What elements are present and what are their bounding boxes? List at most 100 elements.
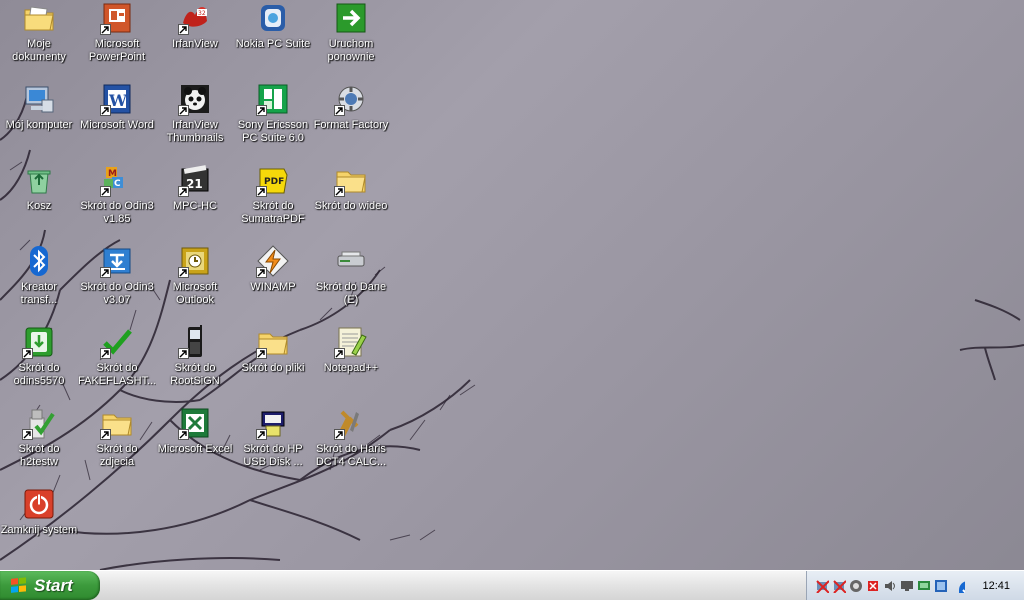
network-disconnected-icon[interactable] xyxy=(832,579,846,593)
desktop-shortcut-label: IrfanView xyxy=(172,38,218,50)
desktop-shortcut[interactable]: Kreator transf... xyxy=(0,243,78,321)
phone-icon xyxy=(178,325,212,359)
desktop-shortcut-label: Skrót do SumatraPDF xyxy=(241,200,305,225)
desktop-shortcut-label: Skrót do Odin3 v3.07 xyxy=(80,281,154,306)
desktop-shortcut-label: Kreator transf... xyxy=(20,281,58,306)
odin3-icon: MC xyxy=(100,163,134,197)
desktop-shortcut-label: Moje dokumenty xyxy=(12,38,66,63)
network-disconnected-icon[interactable] xyxy=(815,579,829,593)
shortcut-arrow-icon xyxy=(178,105,189,116)
desktop-shortcut[interactable]: Skrót do HP USB Disk ... xyxy=(234,405,312,483)
system-tray: 12:41 xyxy=(806,571,1024,600)
desktop-shortcut-label: Nokia PC Suite xyxy=(235,38,311,50)
desktop-shortcut[interactable]: WINAMP xyxy=(234,243,312,321)
folder-icon xyxy=(256,325,290,359)
desktop-shortcut[interactable]: Uruchom ponownie xyxy=(312,0,390,78)
desktop-shortcut[interactable]: Nokia PC Suite xyxy=(234,0,312,78)
desktop-shortcut-label: Skrót do RootSiGN xyxy=(170,362,220,387)
desktop-shortcut-label: Skrót do h2testw xyxy=(18,443,60,468)
desktop-shortcut-label: Skrót do Dane (E) xyxy=(315,281,387,306)
start-button[interactable]: Start xyxy=(0,571,100,600)
desktop-shortcut[interactable]: Skrót do Odin3 v3.07 xyxy=(78,243,156,321)
shortcut-arrow-icon xyxy=(100,105,111,116)
shortcut-arrow-icon xyxy=(334,186,345,197)
excel-icon xyxy=(178,406,212,440)
haris-calc-icon xyxy=(334,406,368,440)
desktop-shortcut[interactable]: Sony Ericsson PC Suite 6.0 xyxy=(234,81,312,159)
network-icon[interactable] xyxy=(934,579,948,593)
desktop-shortcut[interactable]: Skrót do Haris DCT4 CALC... xyxy=(312,405,390,483)
desktop-shortcut[interactable]: Skrót do odins5570 xyxy=(0,324,78,402)
shortcut-arrow-icon xyxy=(256,267,267,278)
desktop-shortcut-label: Skrót do zdjecia xyxy=(96,443,138,468)
windows-logo-icon xyxy=(10,576,28,595)
svg-text:PDF: PDF xyxy=(264,177,284,187)
desktop-shortcut[interactable]: Notepad++ xyxy=(312,324,390,402)
desktop-shortcut[interactable]: Skrót do wideo xyxy=(312,162,390,240)
desktop-shortcut[interactable]: W Microsoft Word xyxy=(78,81,156,159)
shortcut-arrow-icon xyxy=(256,105,267,116)
folder-icon xyxy=(100,406,134,440)
desktop-shortcut[interactable]: Mój komputer xyxy=(0,81,78,159)
desktop-shortcut-label: Mój komputer xyxy=(5,119,73,131)
monitor-icon[interactable] xyxy=(900,579,914,593)
shortcut-arrow-icon xyxy=(178,24,189,35)
bluetooth-icon xyxy=(22,244,56,278)
desktop-shortcut[interactable]: 21 MPC-HC xyxy=(156,162,234,240)
start-label: Start xyxy=(34,575,73,595)
folder-icon xyxy=(334,163,368,197)
shortcut-arrow-icon xyxy=(22,429,33,440)
display-icon[interactable] xyxy=(917,579,931,593)
desktop-shortcut[interactable]: Microsoft Excel xyxy=(156,405,234,483)
bluetooth-icon[interactable] xyxy=(951,579,965,593)
desktop-shortcut[interactable]: Microsoft Outlook xyxy=(156,243,234,321)
shortcut-arrow-icon xyxy=(178,267,189,278)
drive-icon xyxy=(334,244,368,278)
desktop-shortcut[interactable]: Skrót do h2testw xyxy=(0,405,78,483)
shortcut-arrow-icon xyxy=(100,348,111,359)
sony-ericsson-icon xyxy=(256,82,290,116)
desktop-shortcut[interactable]: Moje dokumenty xyxy=(0,0,78,78)
desktop-shortcut[interactable]: IrfanView Thumbnails xyxy=(156,81,234,159)
odin3-download-icon xyxy=(100,244,134,278)
desktop-shortcut[interactable]: PDF Skrót do SumatraPDF xyxy=(234,162,312,240)
shortcut-arrow-icon xyxy=(256,186,267,197)
shortcut-arrow-icon xyxy=(178,429,189,440)
desktop-shortcut-label: Microsoft Outlook xyxy=(172,281,218,306)
desktop-shortcut-label: Zamknij system xyxy=(0,524,78,536)
format-factory-icon xyxy=(334,82,368,116)
antivirus-icon[interactable] xyxy=(866,579,880,593)
folder-documents-icon xyxy=(22,1,56,35)
desktop-shortcut[interactable]: Skrót do zdjecia xyxy=(78,405,156,483)
irfanview-icon: 32 xyxy=(178,1,212,35)
recycle-bin-icon xyxy=(22,163,56,197)
mpc-hc-icon: 21 xyxy=(178,163,212,197)
volume-icon[interactable] xyxy=(883,579,897,593)
desktop-shortcut[interactable]: Skrót do pliki xyxy=(234,324,312,402)
desktop-shortcut-label: Skrót do FAKEFLASHT... xyxy=(78,362,156,387)
desktop-shortcut[interactable]: Format Factory xyxy=(312,81,390,159)
desktop-shortcut[interactable]: 32 IrfanView xyxy=(156,0,234,78)
desktop-shortcut[interactable]: Kosz xyxy=(0,162,78,240)
hp-usb-icon xyxy=(256,406,290,440)
desktop-shortcut[interactable]: Skrót do Dane (E) xyxy=(312,243,390,321)
shield-icon[interactable] xyxy=(849,579,863,593)
shortcut-arrow-icon xyxy=(100,186,111,197)
desktop-shortcut[interactable]: Skrót do FAKEFLASHT... xyxy=(78,324,156,402)
shortcut-arrow-icon xyxy=(100,267,111,278)
desktop-shortcut[interactable]: Microsoft PowerPoint xyxy=(78,0,156,78)
desktop-shortcut-label: MPC-HC xyxy=(173,200,217,212)
desktop-shortcut[interactable]: Skrót do RootSiGN xyxy=(156,324,234,402)
restart-icon xyxy=(334,1,368,35)
desktop-shortcut-label: Notepad++ xyxy=(323,362,379,374)
clock[interactable]: 12:41 xyxy=(982,580,1010,592)
notepad-plus-icon xyxy=(334,325,368,359)
sumatra-pdf-icon: PDF xyxy=(256,163,290,197)
nokia-pc-suite-icon xyxy=(256,1,290,35)
svg-text:C: C xyxy=(114,179,121,189)
desktop-shortcut[interactable]: Zamknij system xyxy=(0,486,78,564)
desktop-shortcut[interactable]: M C Skrót do Odin3 v1.85 xyxy=(78,162,156,240)
desktop-shortcut-label: WINAMP xyxy=(250,281,296,293)
taskbar: Start 12:41 xyxy=(0,570,1024,600)
desktop-shortcut-label: Skrót do Odin3 v1.85 xyxy=(80,200,154,225)
